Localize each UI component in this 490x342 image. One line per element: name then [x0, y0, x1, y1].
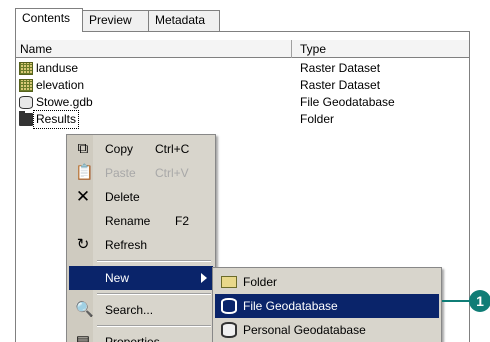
- delete-icon: ✕: [75, 187, 91, 206]
- paste-icon: 📋: [75, 164, 94, 181]
- submenu-item-label: Personal Geodatabase: [243, 323, 366, 337]
- menu-separator: [97, 260, 211, 262]
- new-submenu: Folder File Geodatabase Personal Geodata…: [212, 267, 442, 342]
- menu-item-shortcut: Ctrl+C: [155, 142, 190, 156]
- menu-item-search[interactable]: 🔍 Search...: [69, 298, 213, 322]
- tab-contents[interactable]: Contents: [15, 8, 83, 32]
- menu-item-label: Search...: [105, 303, 154, 317]
- table-row[interactable]: landuse Raster Dataset: [16, 60, 469, 77]
- menu-item-refresh[interactable]: ↻ Refresh: [69, 233, 213, 257]
- row-name: Results: [32, 110, 80, 129]
- menu-item-label: Rename: [105, 214, 151, 228]
- menu-item-label: Paste: [105, 166, 136, 180]
- geodatabase-icon: [19, 96, 33, 109]
- search-icon: 🔍: [75, 301, 94, 318]
- submenu-item-file-geodatabase[interactable]: File Geodatabase: [215, 294, 439, 318]
- callout-leader-line: [442, 300, 470, 302]
- row-type: Raster Dataset: [300, 61, 381, 75]
- menu-item-label: Properties: [105, 335, 160, 342]
- row-type: Folder: [300, 112, 335, 126]
- copy-icon: ⧉: [77, 140, 89, 157]
- menu-item-label: Copy: [105, 142, 134, 156]
- raster-icon: [19, 79, 33, 92]
- menu-item-label: New: [105, 271, 130, 285]
- submenu-arrow-icon: [201, 273, 207, 283]
- menu-item-shortcut: F2: [175, 214, 190, 228]
- submenu-item-personal-geodatabase[interactable]: Personal Geodatabase: [215, 318, 439, 342]
- column-header: Name Type: [16, 40, 469, 58]
- menu-item-label: Delete: [105, 190, 140, 204]
- column-header-type[interactable]: Type: [292, 40, 469, 58]
- refresh-icon: ↻: [76, 236, 90, 253]
- menu-item-copy[interactable]: ⧉ Copy Ctrl+C: [69, 137, 213, 161]
- column-header-name[interactable]: Name: [16, 40, 292, 58]
- raster-icon: [19, 62, 33, 75]
- menu-item-rename[interactable]: Rename F2: [69, 209, 213, 233]
- menu-separator: [97, 293, 211, 295]
- menu-item-label: Refresh: [105, 238, 148, 252]
- submenu-item-label: Folder: [243, 275, 278, 289]
- submenu-item-folder[interactable]: Folder: [215, 270, 439, 294]
- submenu-item-label: File Geodatabase: [243, 299, 338, 313]
- geodatabase-icon: [221, 298, 237, 314]
- tab-metadata[interactable]: Metadata: [148, 10, 220, 31]
- row-type: Raster Dataset: [300, 78, 381, 92]
- step-callout: 1: [469, 290, 490, 312]
- folder-icon: [221, 276, 237, 288]
- menu-item-delete[interactable]: ✕ Delete: [69, 185, 213, 209]
- row-name: Stowe.gdb: [36, 95, 93, 109]
- table-row[interactable]: Stowe.gdb File Geodatabase: [16, 94, 469, 111]
- row-type: File Geodatabase: [300, 95, 395, 109]
- table-row[interactable]: elevation Raster Dataset: [16, 77, 469, 94]
- row-name: elevation: [36, 78, 85, 92]
- menu-separator: [97, 325, 211, 327]
- geodatabase-icon: [221, 322, 237, 338]
- menu-item-paste[interactable]: 📋 Paste Ctrl+V: [69, 161, 213, 185]
- tab-preview[interactable]: Preview: [82, 10, 149, 31]
- table-row-selected[interactable]: Results Folder: [16, 110, 469, 129]
- row-name: landuse: [36, 61, 79, 75]
- folder-icon: [19, 111, 33, 126]
- context-menu: ⧉ Copy Ctrl+C 📋 Paste Ctrl+V ✕ Delete Re…: [66, 134, 216, 342]
- menu-item-new[interactable]: New: [69, 266, 213, 290]
- tab-bar: Contents Preview Metadata: [15, 8, 470, 32]
- properties-icon: ▤: [75, 333, 91, 342]
- menu-item-shortcut: Ctrl+V: [155, 166, 189, 180]
- menu-item-properties[interactable]: ▤ Properties: [69, 330, 213, 342]
